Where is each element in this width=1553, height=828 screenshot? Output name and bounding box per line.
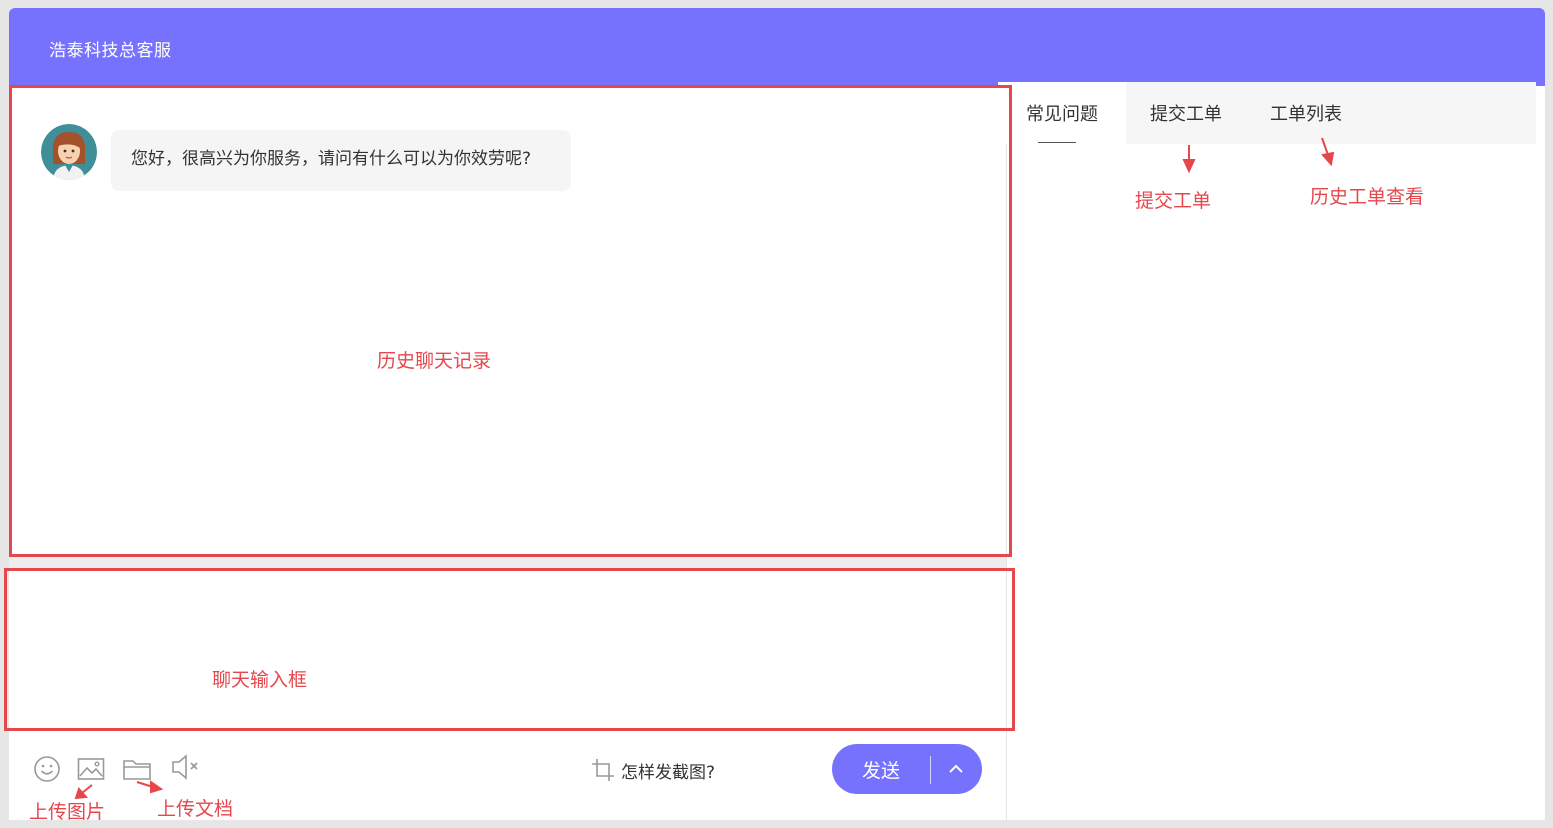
tab-ticket-list-label: 工单列表 xyxy=(1270,104,1342,125)
image-icon[interactable] xyxy=(77,757,105,785)
tab-submit-ticket[interactable]: 提交工单 xyxy=(1126,82,1246,144)
tab-bar: 常见问题 提交工单 工单列表 xyxy=(998,82,1536,144)
send-button[interactable]: 发送 xyxy=(832,744,930,794)
crop-icon xyxy=(592,759,614,781)
submit-ticket-annotation: 提交工单 xyxy=(1135,190,1212,212)
speaker-muted-icon[interactable] xyxy=(170,753,202,785)
history-input-divider xyxy=(9,556,1006,570)
tab-faq[interactable]: 常见问题 xyxy=(998,82,1126,144)
agent-avatar xyxy=(41,124,97,180)
folder-icon[interactable] xyxy=(122,757,152,785)
send-button-group: 发送 xyxy=(832,744,982,794)
tab-submit-ticket-label: 提交工单 xyxy=(1150,104,1222,125)
history-annotation: 历史聊天记录 xyxy=(377,350,492,372)
input-annotation: 聊天输入框 xyxy=(212,669,308,691)
message-bubble: 您好，很高兴为你服务，请问有什么可以为你效劳呢? xyxy=(111,130,571,191)
panel-divider xyxy=(1006,86,1007,820)
page-title: 浩泰科技总客服 xyxy=(49,41,172,61)
tab-active-indicator xyxy=(1038,142,1076,143)
tab-ticket-list[interactable]: 工单列表 xyxy=(1246,82,1366,144)
send-options-button[interactable] xyxy=(932,744,980,794)
header-bar: 浩泰科技总客服 xyxy=(9,8,1545,86)
upload-doc-annotation: 上传文档 xyxy=(157,798,234,820)
emoji-icon[interactable] xyxy=(33,755,61,787)
chevron-up-icon xyxy=(949,764,963,773)
history-tickets-annotation: 历史工单查看 xyxy=(1310,186,1425,208)
tab-faq-label: 常见问题 xyxy=(1026,104,1098,125)
message-input[interactable] xyxy=(9,570,1006,730)
screenshot-tip-label: 怎样发截图? xyxy=(621,762,716,783)
screenshot-help-link[interactable]: 怎样发截图? xyxy=(591,757,715,783)
send-separator xyxy=(930,756,931,784)
upload-image-annotation: 上传图片 xyxy=(29,801,106,823)
